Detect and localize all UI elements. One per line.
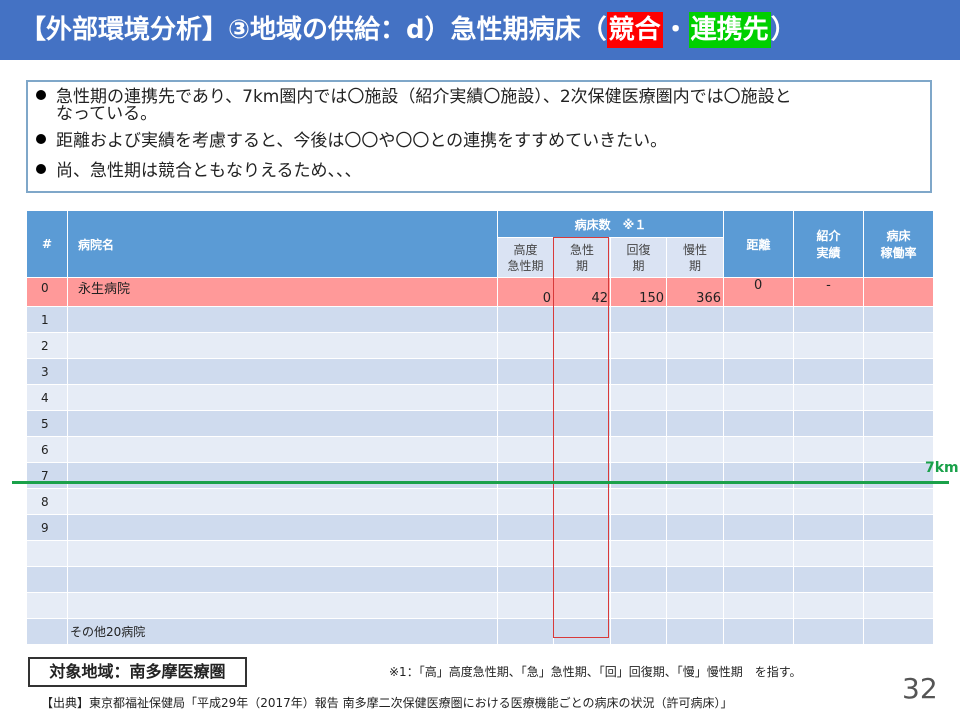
7km-boundary-line [12, 481, 949, 484]
row-index: 8 [26, 488, 68, 515]
header-beds: 病床数 ※１ [497, 210, 724, 238]
hospital-table: # 病院名 病床数 ※１ 距離 紹介 実績 病床 稼働率 高度 急性期 急性期 回復期… [26, 210, 934, 645]
acute-beds: 42 [553, 277, 611, 307]
table-row: 6 [26, 436, 934, 463]
high-acute-beds: 0 [497, 277, 554, 307]
header-acute: 急性期 [553, 237, 611, 278]
header-chronic: 慢性期 [666, 237, 724, 278]
distance: 0 [723, 277, 794, 307]
bullet-1-continued: なっている。 [56, 106, 157, 123]
header-hospital-name: 病院名 [67, 210, 498, 278]
row-index: 4 [26, 384, 68, 411]
table-row: 9 [26, 514, 934, 541]
table-row [26, 540, 934, 567]
table-row: 4 [26, 384, 934, 411]
utilization [863, 277, 934, 307]
header-utilization: 病床 稼働率 [863, 210, 934, 278]
table-row: 7 [26, 462, 934, 489]
header-recovery: 回復期 [610, 237, 667, 278]
page-title: 【外部環境分析】③地域の供給：d）急性期病床（競合・連携先） [20, 8, 797, 52]
row-index: 0 [26, 277, 68, 307]
row-index: 3 [26, 358, 68, 385]
row-index: 7 [26, 462, 68, 489]
title-main: 【外部環境分析】③地域の供給：d）急性期病床（ [20, 15, 607, 45]
summary-box: 急性期の連携先であり、7km圏内では〇施設（紹介実績〇施設）、2次保健医療圏内で… [26, 80, 932, 193]
table-row: 3 [26, 358, 934, 385]
table-row: 5 [26, 410, 934, 437]
title-close: ） [770, 15, 797, 45]
7km-label: 7km [925, 460, 959, 476]
header-referral: 紹介 実績 [793, 210, 864, 278]
header-distance: 距離 [723, 210, 794, 278]
header-high-acute: 高度 急性期 [497, 237, 554, 278]
table-row [26, 566, 934, 593]
bullet-3-text: 尚、急性期は競合ともなりえるため、、、 [56, 161, 362, 181]
table-row-other: その他20病院 [26, 618, 934, 645]
row-index: 9 [26, 514, 68, 541]
bullet-dot-icon [36, 134, 46, 144]
bullet-2-text: 距離および実績を考慮すると、今後は〇〇や〇〇との連携をすすめていきたい。 [56, 131, 668, 151]
footnote: ※1：「高」高度急性期、「急」急性期、「回」回復期、「慢」慢性期 を指す。 [389, 665, 802, 679]
bullet-1-text-cont: なっている。 [56, 104, 158, 124]
page-number: 32 [902, 672, 938, 705]
chronic-beds: 366 [666, 277, 724, 307]
referral: - [793, 277, 864, 307]
row-index: 6 [26, 436, 68, 463]
bullet-dot-icon [36, 90, 46, 100]
other-hospitals: その他20病院 [67, 618, 498, 645]
row-index: 2 [26, 332, 68, 359]
competition-tag: 競合 [606, 12, 663, 48]
title-separator: ・ [662, 15, 689, 45]
table-row: 0 永生病院 0 42 150 366 0 - [26, 277, 934, 307]
table-row: 8 [26, 488, 934, 515]
bullet-2: 距離および実績を考慮すると、今後は〇〇や〇〇との連携をすすめていきたい。 [36, 133, 667, 150]
title-bar: 【外部環境分析】③地域の供給：d）急性期病床（競合・連携先） [0, 0, 960, 60]
hospital-name: 永生病院 [67, 277, 498, 307]
target-area-label: 対象地域：南多摩医療圏 [28, 657, 247, 687]
bullet-1-text: 急性期の連携先であり、7km圏内では〇施設（紹介実績〇施設）、2次保健医療圏内で… [56, 87, 792, 107]
header-index: # [26, 210, 68, 278]
recovery-beds: 150 [610, 277, 667, 307]
source-citation: 【出典】東京都福祉保健局「平成29年（2017年）報告 南多摩二次保健医療圏にお… [41, 696, 733, 710]
partner-tag: 連携先 [688, 12, 771, 48]
table-row: 2 [26, 332, 934, 359]
bullet-3: 尚、急性期は競合ともなりえるため、、、 [36, 163, 362, 180]
table-row: 1 [26, 306, 934, 333]
row-index: 1 [26, 306, 68, 333]
row-index: 5 [26, 410, 68, 437]
bullet-dot-icon [36, 164, 46, 174]
table-row [26, 592, 934, 619]
